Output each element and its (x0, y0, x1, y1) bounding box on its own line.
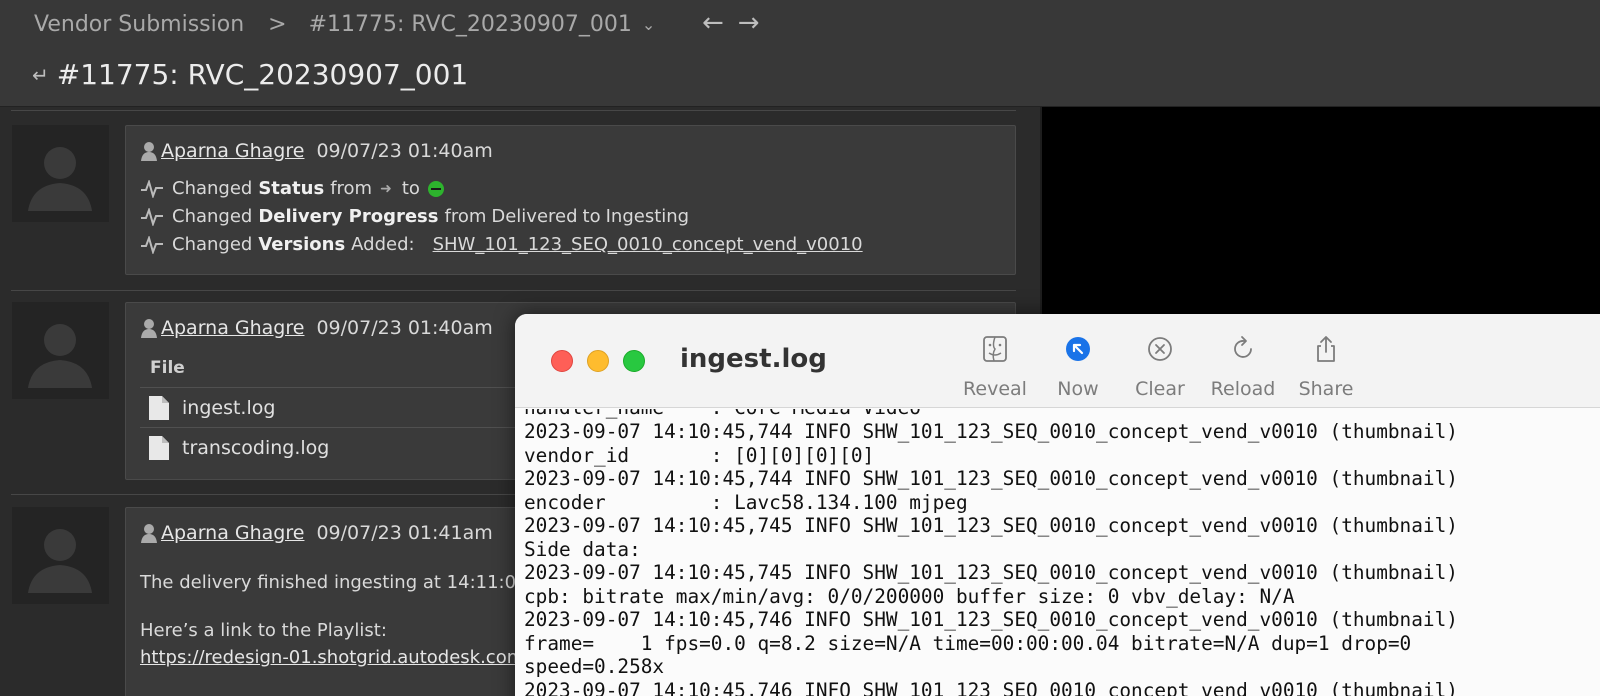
log-viewer-window: ingest.log Reveal Now Clear Reload Share… (515, 314, 1600, 696)
change-line-delivery: Changed Delivery Progress from Delivered… (140, 206, 694, 227)
user-link[interactable]: Aparna Ghagre (161, 522, 304, 544)
log-line: 2023-09-07 14:10:45,746 INFO SHW_101_123… (524, 679, 1458, 696)
change-line-versions: Changed Versions Added: SHW_101_123_SEQ_… (140, 234, 863, 255)
from-word: from (330, 178, 373, 199)
user-icon (141, 319, 157, 338)
now-label: Now (1057, 378, 1099, 400)
change-verb: Changed (172, 178, 253, 199)
forward-arrow-icon[interactable]: → (738, 8, 760, 38)
avatar[interactable] (12, 302, 109, 399)
avatar[interactable] (12, 507, 109, 604)
page-title: ↵ #11775: RVC_20230907_001 (32, 58, 468, 91)
activity-meta: Aparna Ghagre 09/07/23 01:40am (140, 140, 493, 162)
log-line: 2023-09-07 14:10:45,746 INFO SHW_101_123… (524, 608, 1458, 631)
file-name[interactable]: transcoding.log (182, 437, 329, 459)
now-button[interactable]: Now (1038, 334, 1118, 400)
minimize-window-button[interactable] (587, 350, 609, 372)
back-arrow-icon[interactable]: ← (702, 8, 724, 38)
activity-icon (141, 179, 163, 198)
change-verb: Changed (172, 206, 253, 227)
status-green-icon (427, 180, 444, 197)
log-viewer-toolbar: ingest.log Reveal Now Clear Reload Share (515, 314, 1600, 408)
user-link[interactable]: Aparna Ghagre (161, 140, 304, 162)
log-line: cpb: bitrate max/min/avg: 0/0/200000 buf… (524, 585, 1295, 608)
status-arrow-icon: ➜ (380, 180, 392, 197)
file-name[interactable]: ingest.log (182, 397, 275, 419)
timestamp: 09/07/23 01:40am (316, 317, 493, 339)
breadcrumb-parent-link[interactable]: Vendor Submission (34, 12, 244, 37)
to-word: to (401, 178, 420, 199)
added-label: Added: (351, 234, 415, 255)
share-icon (1317, 336, 1335, 362)
timestamp: 09/07/23 01:41am (316, 522, 493, 544)
change-verb: Changed (172, 234, 253, 255)
log-line: frame= 1 fps=0.0 q=8.2 size=N/A time=00:… (524, 632, 1412, 655)
reveal-button[interactable]: Reveal (955, 334, 1035, 400)
share-label: Share (1298, 378, 1354, 400)
page-title-text: #11775: RVC_20230907_001 (56, 58, 469, 91)
window-title: ingest.log (680, 344, 827, 374)
divider (11, 290, 1016, 291)
history-nav: ← → (702, 8, 760, 38)
reload-button[interactable]: Reload (1203, 334, 1283, 400)
share-button[interactable]: Share (1286, 334, 1366, 400)
avatar[interactable] (12, 125, 109, 222)
zoom-window-button[interactable] (623, 350, 645, 372)
to-value: Ingesting (605, 206, 690, 227)
log-line: 2023-09-07 14:10:45,744 INFO SHW_101_123… (524, 420, 1458, 443)
activity-icon (141, 235, 163, 254)
finder-icon (983, 336, 1007, 362)
version-link[interactable]: SHW_101_123_SEQ_0010_concept_vend_v0010 (433, 234, 863, 255)
log-line: 2023-09-07 14:10:45,745 INFO SHW_101_123… (524, 561, 1458, 584)
from-value: Delivered (491, 206, 578, 227)
breadcrumb-current[interactable]: #11775: RVC_20230907_001 (309, 12, 632, 37)
reload-icon (1234, 336, 1252, 358)
log-content[interactable]: handler_name : Core Media Video 2023-09-… (515, 409, 1600, 696)
playlist-link[interactable]: https://redesign-01.shotgrid.autodesk.co… (140, 647, 524, 668)
from-word: from (444, 206, 487, 227)
reveal-label: Reveal (963, 378, 1027, 400)
file-icon (149, 435, 169, 460)
close-window-button[interactable] (551, 350, 573, 372)
clear-icon (1148, 337, 1172, 361)
top-bar: Vendor Submission > #11775: RVC_20230907… (0, 0, 1600, 107)
note-link-intro: Here’s a link to the Playlist: (140, 620, 387, 641)
change-field: Delivery Progress (258, 206, 439, 227)
user-link[interactable]: Aparna Ghagre (161, 317, 304, 339)
activity-card: Aparna Ghagre 09/07/23 01:40am Changed S… (125, 125, 1016, 275)
user-icon (141, 142, 157, 161)
log-line: encoder : Lavc58.134.100 mjpeg (524, 491, 968, 514)
file-icon (149, 395, 169, 420)
divider (11, 110, 1016, 111)
log-line: vendor_id : [0][0][0][0] (524, 444, 875, 467)
change-field: Versions (258, 234, 346, 255)
jump-to-now-icon (1066, 337, 1090, 361)
log-line: 2023-09-07 14:10:45,744 INFO SHW_101_123… (524, 467, 1458, 490)
reply-icon: ↵ (32, 62, 49, 87)
log-line: 2023-09-07 14:10:45,745 INFO SHW_101_123… (524, 514, 1458, 537)
clear-button[interactable]: Clear (1120, 334, 1200, 400)
chevron-down-icon[interactable]: ⌄ (642, 15, 655, 34)
clear-label: Clear (1135, 378, 1185, 400)
activity-icon (141, 207, 163, 226)
log-line: Side data: (524, 538, 641, 561)
log-line: speed=0.258x (524, 655, 665, 678)
log-line: handler_name : Core Media Video (524, 409, 921, 420)
note-message: The delivery finished ingesting at 14:11… (140, 572, 528, 593)
change-field: Status (258, 178, 325, 199)
breadcrumb: Vendor Submission > #11775: RVC_20230907… (34, 12, 655, 37)
change-line-status: Changed Status from ➜ to (140, 178, 444, 199)
breadcrumb-separator: > (268, 12, 287, 37)
file-column-header: File (150, 358, 185, 378)
timestamp: 09/07/23 01:40am (316, 140, 493, 162)
activity-meta: Aparna Ghagre 09/07/23 01:41am (140, 522, 493, 544)
activity-meta: Aparna Ghagre 09/07/23 01:40am (140, 317, 493, 339)
reload-label: Reload (1210, 378, 1276, 400)
to-word: to (582, 206, 601, 227)
user-icon (141, 524, 157, 543)
